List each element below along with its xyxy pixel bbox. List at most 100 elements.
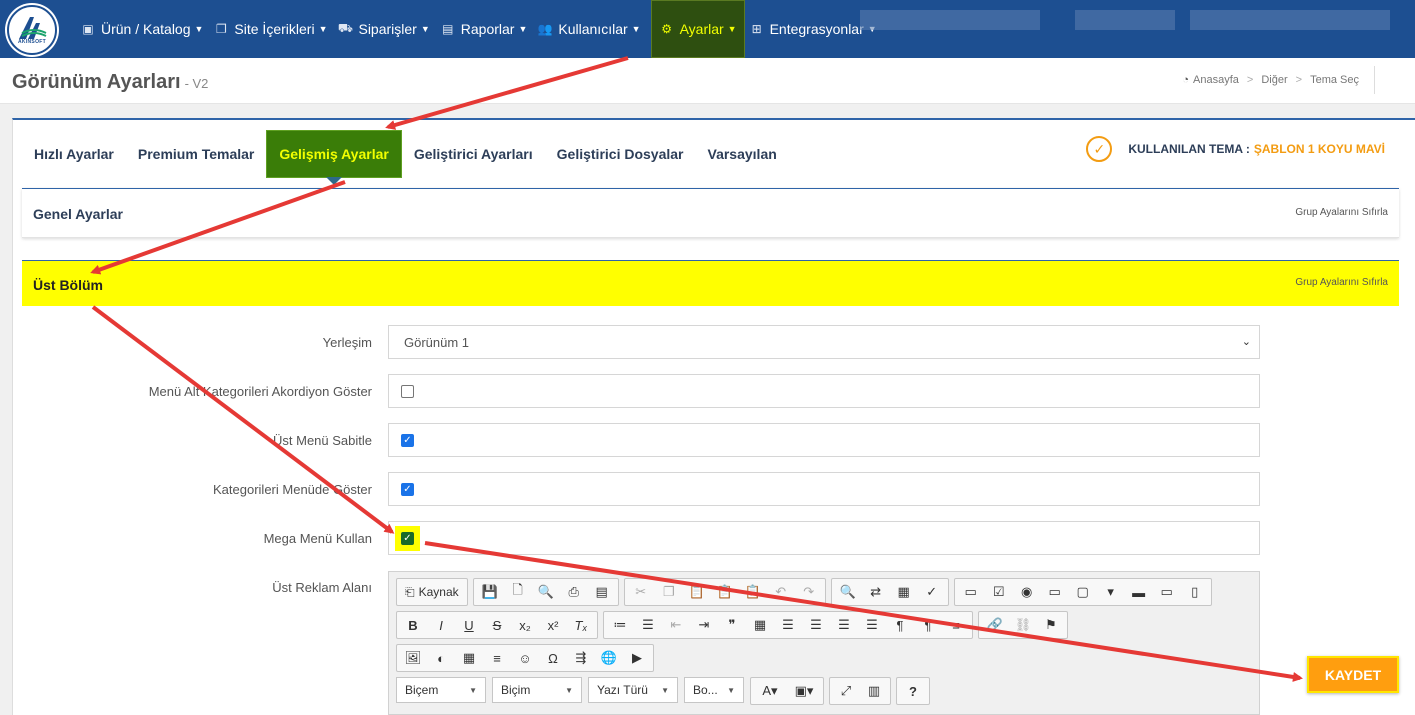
caret-down-icon: ▼	[631, 24, 641, 34]
smiley-icon[interactable]: ☺	[511, 646, 539, 670]
page-title: Görünüm Ayarları - V2	[12, 71, 208, 94]
save-icon[interactable]: 💾	[476, 580, 504, 604]
remove-format-icon[interactable]: Tₓ	[567, 613, 595, 637]
paste-word-icon[interactable]: 📋	[739, 580, 767, 604]
special-char-icon[interactable]: Ω	[539, 646, 567, 670]
table-icon[interactable]: ▦	[455, 646, 483, 670]
subscript-icon[interactable]: x₂	[511, 613, 539, 637]
page-break-icon[interactable]: ⇶	[567, 646, 595, 670]
undo-icon[interactable]: ↶	[767, 580, 795, 604]
bg-color-icon[interactable]: ▣▾	[787, 679, 821, 703]
anchor-icon[interactable]: ⚑	[1037, 613, 1065, 637]
cut-icon[interactable]: ✂	[627, 580, 655, 604]
font-combo[interactable]: Yazı Türü ▼	[588, 677, 678, 703]
new-page-icon[interactable]: 🗋	[504, 580, 532, 604]
flash-icon[interactable]: ◐	[427, 646, 455, 670]
tab-gelistirici-ayarlari[interactable]: Geliştirici Ayarları	[402, 130, 545, 178]
find-icon[interactable]: 🔍	[834, 580, 862, 604]
indent-icon[interactable]: ⇥	[690, 613, 718, 637]
select-icon[interactable]: ▾	[1097, 580, 1125, 604]
sticky-menu-checkbox[interactable]: ✓	[401, 434, 414, 447]
tab-varsayilan[interactable]: Varsayılan	[696, 130, 789, 178]
toolbar-group-colors: A▾ ▣▾	[750, 677, 824, 705]
image-button-icon[interactable]: ▭	[1153, 580, 1181, 604]
tab-premium-temalar[interactable]: Premium Temalar	[126, 130, 266, 178]
iframe-icon[interactable]: 🌐	[595, 646, 623, 670]
bold-icon[interactable]: B	[399, 613, 427, 637]
save-button[interactable]: KAYDET	[1307, 656, 1399, 693]
form-icon[interactable]: ▭	[957, 580, 985, 604]
italic-icon[interactable]: I	[427, 613, 455, 637]
toolbar-group-about: ?	[896, 677, 930, 705]
categories-menu-checkbox[interactable]: ✓	[401, 483, 414, 496]
nav-item-siparisler[interactable]: ⛟ Siparişler ▼	[337, 0, 435, 58]
language-icon[interactable]: ≡	[942, 613, 970, 637]
textfield-icon[interactable]: ▭	[1041, 580, 1069, 604]
preview-icon[interactable]: 🔍	[532, 580, 560, 604]
image-icon[interactable]: 🖼	[399, 646, 427, 670]
section-ust-bolum[interactable]: Üst Bölüm Grup Ayalarını Sıfırla	[22, 260, 1399, 306]
div-icon[interactable]: ▦	[746, 613, 774, 637]
replace-icon[interactable]: ⇄	[862, 580, 890, 604]
bulleted-list-icon[interactable]: ☰	[634, 613, 662, 637]
section-genel-ayarlar[interactable]: Genel Ayarlar Grup Ayalarını Sıfırla	[22, 188, 1399, 238]
reset-group-link[interactable]: Grup Ayalarını Sıfırla	[1295, 277, 1388, 288]
align-left-icon[interactable]: ☰	[774, 613, 802, 637]
redo-icon[interactable]: ↷	[795, 580, 823, 604]
select-all-icon[interactable]: ▦	[890, 580, 918, 604]
rtl-icon[interactable]: ¶	[914, 613, 942, 637]
header-divider	[1374, 66, 1375, 94]
numbered-list-icon[interactable]: ≔	[606, 613, 634, 637]
horizontal-rule-icon[interactable]: ≡	[483, 646, 511, 670]
breadcrumb-home[interactable]: Anasayfa	[1193, 74, 1239, 86]
print-icon[interactable]: ⎙	[560, 580, 588, 604]
nav-item-kullanicilar[interactable]: 👥 Kullanıcılar ▼	[537, 0, 646, 58]
spellcheck-icon[interactable]: ✓	[918, 580, 946, 604]
tab-hizli-ayarlar[interactable]: Hızlı Ayarlar	[22, 130, 126, 178]
truck-icon: ⛟	[337, 21, 354, 35]
size-combo[interactable]: Bo... ▼	[684, 677, 744, 703]
style-combo[interactable]: Biçim ▼	[492, 677, 582, 703]
button-icon[interactable]: ▬	[1125, 580, 1153, 604]
maximize-icon[interactable]: ⤢	[832, 679, 860, 703]
copy-icon[interactable]: ❐	[655, 580, 683, 604]
templates-icon[interactable]: ▤	[588, 580, 616, 604]
strike-icon[interactable]: S	[483, 613, 511, 637]
align-center-icon[interactable]: ☰	[802, 613, 830, 637]
justify-icon[interactable]: ☰	[858, 613, 886, 637]
source-button[interactable]: ⎗ Kaynak	[399, 580, 465, 604]
paste-icon[interactable]: 📋	[683, 580, 711, 604]
tab-gelismis-ayarlar[interactable]: Gelişmiş Ayarlar	[266, 130, 402, 185]
ltr-icon[interactable]: ¶	[886, 613, 914, 637]
source-label: Kaynak	[418, 585, 459, 599]
help-icon[interactable]: ?	[899, 679, 927, 703]
superscript-icon[interactable]: x²	[539, 613, 567, 637]
youtube-icon[interactable]: ▶	[623, 646, 651, 670]
text-color-icon[interactable]: A▾	[753, 679, 787, 703]
mega-menu-checkbox[interactable]: ✓	[401, 532, 414, 545]
nav-item-raporlar[interactable]: ▤ Raporlar ▼	[440, 0, 534, 58]
underline-icon[interactable]: U	[455, 613, 483, 637]
accordion-checkbox[interactable]	[401, 385, 414, 398]
paste-text-icon[interactable]: 📋	[711, 580, 739, 604]
settings-tabs: Hızlı Ayarlar Premium Temalar Gelişmiş A…	[22, 130, 789, 185]
nav-item-urun-katalog[interactable]: ▣ Ürün / Katalog ▼	[80, 0, 209, 58]
tab-gelistirici-dosyalar[interactable]: Geliştirici Dosyalar	[545, 130, 696, 178]
breadcrumb-other[interactable]: Diğer	[1261, 74, 1287, 86]
unlink-icon[interactable]: ⛓	[1009, 613, 1037, 637]
brand-logo[interactable]: AKINSOFT	[7, 5, 57, 55]
checkbox-icon[interactable]: ☑	[985, 580, 1013, 604]
radio-icon[interactable]: ◉	[1013, 580, 1041, 604]
reset-group-link[interactable]: Grup Ayalarını Sıfırla	[1295, 207, 1388, 218]
format-combo[interactable]: Biçem ▼	[396, 677, 486, 703]
outdent-icon[interactable]: ⇤	[662, 613, 690, 637]
show-blocks-icon[interactable]: ▥	[860, 679, 888, 703]
nav-item-ayarlar[interactable]: ⚙ Ayarlar ▼	[650, 0, 745, 58]
layout-select[interactable]: Görünüm 1 ⌄	[388, 325, 1260, 359]
link-icon[interactable]: 🔗	[981, 613, 1009, 637]
align-right-icon[interactable]: ☰	[830, 613, 858, 637]
hidden-field-icon[interactable]: ▯	[1181, 580, 1209, 604]
nav-item-site-icerikleri[interactable]: ❐ Site İçerikleri ▼	[213, 0, 333, 58]
blockquote-icon[interactable]: ❞	[718, 613, 746, 637]
textarea-icon[interactable]: ▢	[1069, 580, 1097, 604]
